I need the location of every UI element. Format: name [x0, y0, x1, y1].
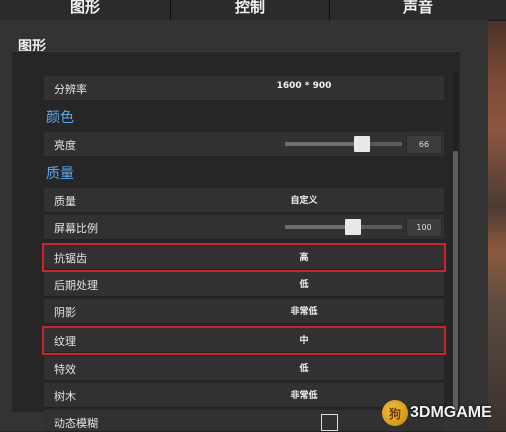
quality-row[interactable]: 质量 自定义: [44, 188, 444, 213]
section-quality-heading: 质量: [46, 166, 74, 182]
antialiasing-label: 抗锯齿: [54, 252, 87, 265]
watermark: 狗 3DMGAME: [382, 398, 492, 428]
screen-scale-value[interactable]: 100: [406, 218, 442, 237]
section-color-heading: 颜色: [46, 110, 74, 126]
brightness-slider-thumb[interactable]: [354, 136, 371, 152]
resolution-value[interactable]: 1600 * 900: [244, 81, 364, 91]
screen-scale-slider[interactable]: [285, 219, 402, 235]
motion-blur-checkbox[interactable]: [321, 414, 338, 431]
antialiasing-value[interactable]: 高: [244, 250, 364, 263]
foliage-label: 树木: [54, 390, 76, 403]
effects-row[interactable]: 特效 低: [44, 356, 444, 381]
brightness-row[interactable]: 亮度 66: [44, 132, 444, 157]
screen-scale-label: 屏幕比例: [54, 222, 98, 235]
shadows-row[interactable]: 阴影 非常低: [44, 299, 444, 324]
screen-scale-slider-thumb[interactable]: [344, 219, 361, 235]
brightness-value[interactable]: 66: [406, 135, 442, 154]
screen-scale-slider-fill: [285, 225, 353, 229]
tab-audio[interactable]: 声音: [330, 0, 506, 20]
tab-bar: 图形 控制 声音: [0, 0, 506, 21]
textures-row[interactable]: 纹理 中: [42, 326, 446, 355]
resolution-row[interactable]: 分辨率 1600 * 900: [44, 76, 444, 101]
foliage-value[interactable]: 非常低: [244, 388, 364, 401]
brightness-slider-fill: [285, 142, 363, 146]
post-processing-row[interactable]: 后期处理 低: [44, 272, 444, 297]
watermark-logo-glyph: 狗: [388, 406, 401, 421]
scrollbar-thumb[interactable]: [453, 151, 458, 411]
textures-label: 纹理: [54, 335, 76, 348]
post-processing-value[interactable]: 低: [244, 277, 364, 290]
screen-scale-row[interactable]: 屏幕比例 100: [44, 215, 444, 240]
motion-blur-label: 动态模糊: [54, 417, 98, 430]
antialiasing-row[interactable]: 抗锯齿 高: [42, 243, 446, 272]
resolution-label: 分辨率: [54, 83, 87, 96]
post-processing-label: 后期处理: [54, 279, 98, 292]
shadows-value[interactable]: 非常低: [244, 304, 364, 317]
brightness-label: 亮度: [54, 139, 76, 152]
shadows-label: 阴影: [54, 306, 76, 319]
effects-label: 特效: [54, 363, 76, 376]
watermark-text: 3DMGAME: [410, 404, 492, 421]
tab-graphics[interactable]: 图形: [0, 0, 171, 20]
tab-controls[interactable]: 控制: [171, 0, 330, 20]
quality-label: 质量: [54, 195, 76, 208]
effects-value[interactable]: 低: [244, 361, 364, 374]
textures-value[interactable]: 中: [244, 333, 364, 346]
quality-value[interactable]: 自定义: [244, 193, 364, 206]
watermark-logo-icon: 狗: [382, 400, 408, 426]
background-right: [488, 0, 506, 431]
brightness-slider[interactable]: [285, 136, 402, 152]
